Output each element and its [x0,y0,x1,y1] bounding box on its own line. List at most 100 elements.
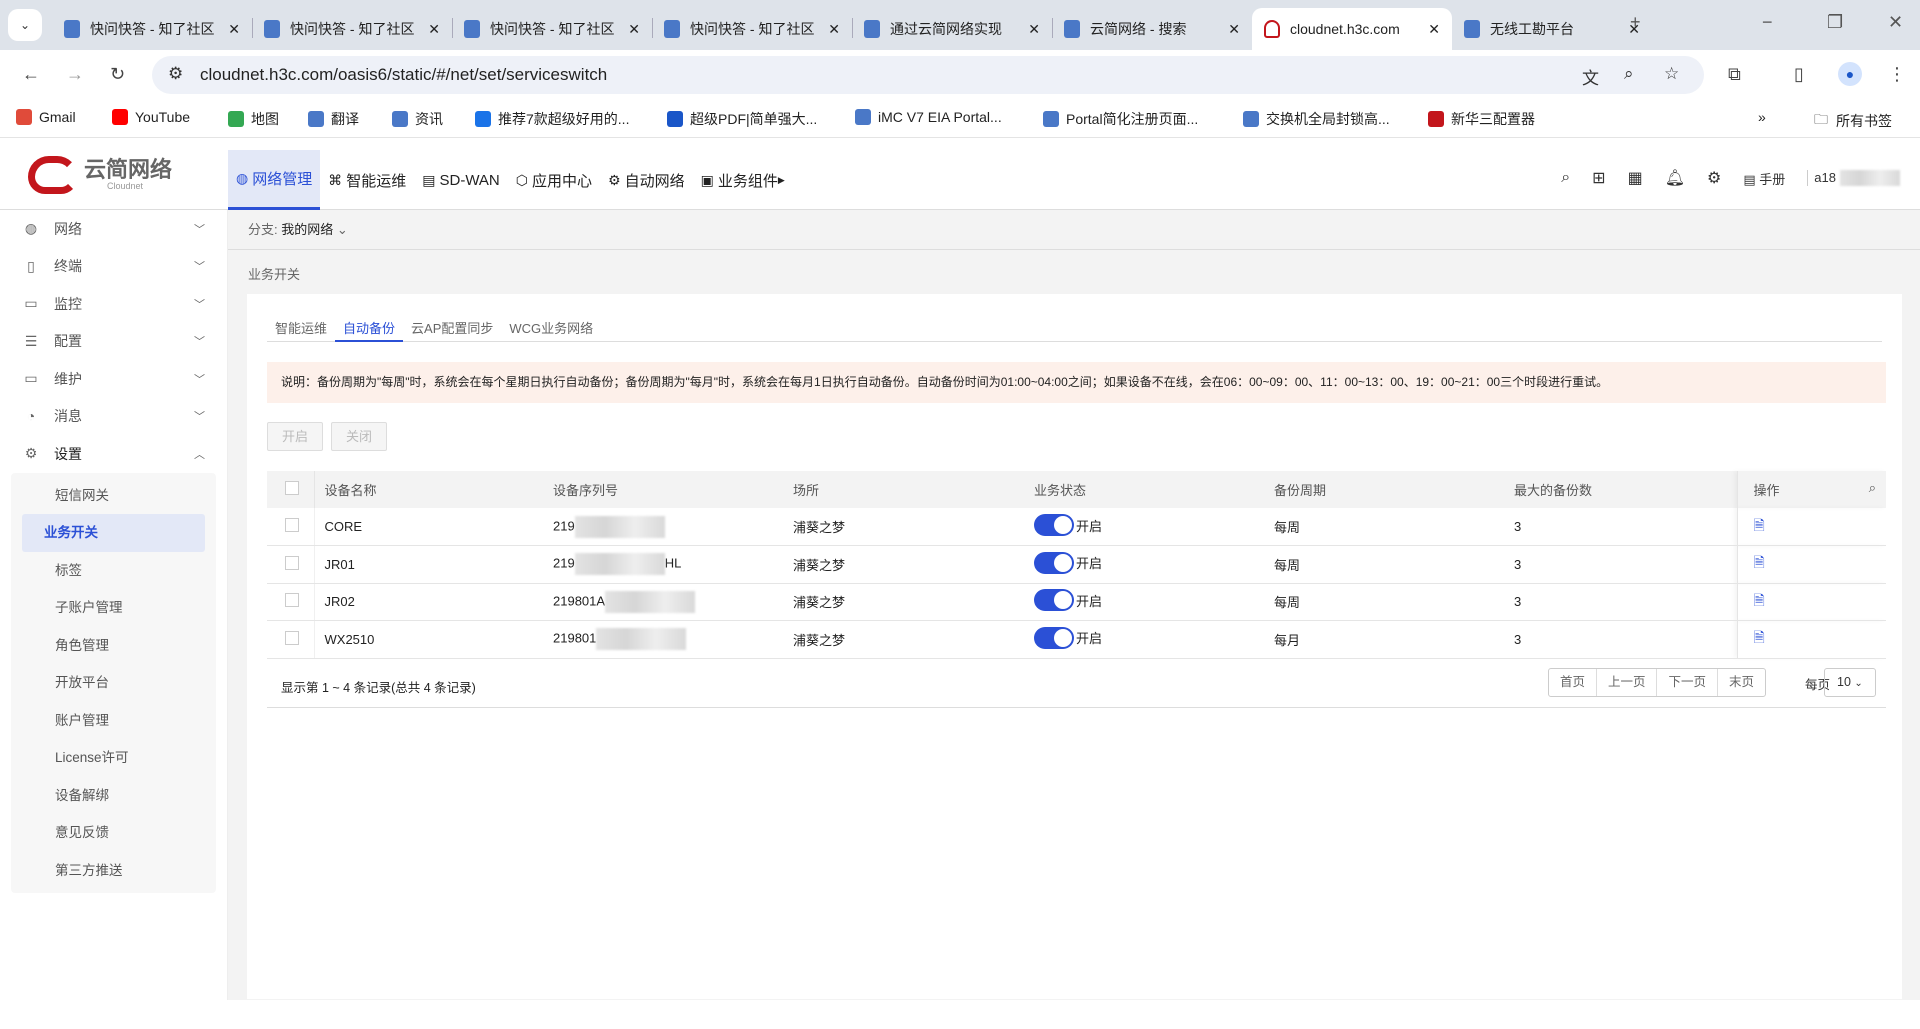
bookmark[interactable]: Gmail [16,109,76,125]
url-input[interactable]: ⚙ cloudnet.h3c.com/oasis6/static/#/net/s… [152,56,1704,94]
minimize-button[interactable]: − [1762,12,1773,33]
submenu-item[interactable]: 意见反馈 [22,814,205,852]
submenu-item[interactable]: 短信网关 [22,477,205,515]
toggle-switch[interactable] [1034,589,1074,612]
submenu-item[interactable]: 账户管理 [22,702,205,740]
status-toggle[interactable]: 开启 [1034,589,1102,612]
select-all-checkbox[interactable] [285,481,299,495]
sidebar-item[interactable]: ▯ 终端 ﹀ [0,248,227,286]
close-tab-icon[interactable]: ✕ [1428,21,1440,38]
row-checkbox[interactable] [285,593,299,608]
close-tab-icon[interactable]: ✕ [1228,21,1240,38]
browser-tab[interactable]: 通过云简网络实现 ✕ [852,8,1052,50]
bookmark[interactable]: 推荐7款超级好用的... [475,109,629,129]
close-tab-icon[interactable]: ✕ [428,21,440,38]
all-bookmarks[interactable]: 🗀 所有书签 [1814,109,1892,133]
bookmark[interactable]: 交换机全局封锁高... [1243,109,1390,129]
bookmark[interactable]: 地图 [228,109,279,129]
sidebar-item[interactable]: ☰ 配置 ﹀ [0,323,227,361]
pager-button[interactable]: 上一页 [1597,669,1658,696]
topnav-item[interactable]: ▣ 业务组件 ▶ [693,150,793,210]
manual-link[interactable]: ▤ 手册 [1743,169,1785,188]
star-icon[interactable]: ☆ [1664,64,1679,84]
topnav-item[interactable]: ⚙ 自动网络 [600,150,693,210]
close-tab-icon[interactable]: ✕ [828,21,840,38]
bookmark[interactable]: 新华三配置器 [1428,109,1535,129]
content-tab[interactable]: 自动备份 [335,318,404,342]
sidebar-item[interactable]: ◍ 网络 ﹀ [0,210,227,248]
submenu-item[interactable]: 设备解绑 [22,777,205,815]
view-details-icon[interactable]: 🗎︎ [1754,592,1765,608]
add-icon[interactable]: ⊞ [1592,168,1605,188]
logo[interactable]: 云简网络 Cloudnet [28,156,172,194]
enable-button[interactable]: 开启 [267,422,324,451]
browser-tab[interactable]: cloudnet.h3c.com ✕ [1252,8,1452,50]
status-toggle[interactable]: 开启 [1034,514,1102,536]
submenu-item[interactable]: 子账户管理 [22,589,205,627]
close-tab-icon[interactable]: ✕ [228,21,240,38]
content-tab[interactable]: WCG业务网络 [501,318,601,342]
topnav-item[interactable]: ⬡ 应用中心 [508,150,600,210]
branch-selector[interactable]: 分支: 我的网络 ⌄ [228,210,1920,250]
disable-button[interactable]: 关闭 [331,422,388,451]
apps-grid-icon[interactable]: ▦ [1628,168,1643,188]
gear-icon[interactable]: ⚙ [1707,168,1721,188]
site-info-icon[interactable]: ⚙ [168,64,183,84]
sidepanel-icon[interactable]: ▯ [1794,64,1804,85]
browser-tab[interactable]: 快问快答 - 知了社区 ✕ [452,8,652,50]
reload-icon[interactable]: ↻ [110,64,125,85]
row-checkbox[interactable] [285,555,299,570]
submenu-item[interactable]: 标签 [22,552,205,590]
view-details-icon[interactable]: 🗎︎ [1754,517,1765,533]
user-menu[interactable]: a18 [1807,169,1900,187]
browser-tab[interactable]: 无线工勘平台 ✕ [1452,8,1652,50]
status-toggle[interactable]: 开启 [1034,626,1102,649]
content-tab[interactable]: 智能运维 [267,318,335,342]
sidebar-item[interactable]: ⚙ 设置 ︿ [0,435,227,473]
tab-search-button[interactable]: ⌄ [8,9,42,41]
submenu-item[interactable]: 第三方推送 [22,852,205,890]
toggle-switch[interactable] [1034,551,1074,574]
toggle-switch[interactable] [1034,626,1074,649]
pager-button[interactable]: 首页 [1549,669,1597,696]
toggle-switch[interactable] [1034,514,1074,536]
view-details-icon[interactable]: 🗎︎ [1754,554,1765,570]
topnav-item[interactable]: ◍ 网络管理 [228,150,321,210]
submenu-item[interactable]: 业务开关 [22,514,205,552]
bookmark[interactable]: Portal简化注册页面... [1043,109,1198,129]
add-tab-button[interactable]: + [1630,12,1641,33]
sidebar-item[interactable]: ▭ 维护 ﹀ [0,360,227,398]
more-bookmarks-icon[interactable]: » [1758,109,1766,125]
close-tab-icon[interactable]: ✕ [628,21,640,38]
browser-tab[interactable]: 快问快答 - 知了社区 ✕ [252,8,452,50]
zoom-icon[interactable]: ⌕ [1624,64,1634,84]
topnav-item[interactable]: ▤ SD-WAN [414,150,508,210]
bookmark[interactable]: 超级PDF|简单强大... [667,109,817,129]
bookmark[interactable]: 翻译 [308,109,359,129]
bell-icon[interactable]: 🔔︎ [1665,168,1685,188]
close-tab-icon[interactable]: ✕ [1028,21,1040,38]
bookmark[interactable]: YouTube [112,109,190,125]
maximize-button[interactable]: ❐ [1827,12,1843,33]
browser-tab[interactable]: 云简网络 - 搜索 ✕ [1052,8,1252,50]
pager-button[interactable]: 下一页 [1657,669,1718,696]
submenu-item[interactable]: 角色管理 [22,627,205,665]
content-tab[interactable]: 云AP配置同步 [403,318,501,342]
extensions-icon[interactable]: ⧉ [1728,64,1741,85]
per-page-select[interactable]: 10 ⌄ [1824,668,1876,697]
submenu-item[interactable]: License许可 [22,739,205,777]
translate-icon[interactable]: 文 [1582,64,1599,89]
bookmark[interactable]: 资讯 [392,109,443,129]
menu-icon[interactable]: ⋮ [1888,64,1906,85]
submenu-item[interactable]: 开放平台 [22,664,205,702]
sidebar-item[interactable]: ◔ 消息 ﹀ [0,398,227,436]
browser-tab[interactable]: 快问快答 - 知了社区 ✕ [52,8,252,50]
forward-icon[interactable]: → [66,64,84,85]
column-search-icon[interactable]: ⌕ [1869,480,1876,496]
bookmark[interactable]: iMC V7 EIA Portal... [855,109,1002,125]
pager-button[interactable]: 末页 [1718,669,1765,696]
search-icon[interactable]: ⌕ [1561,169,1570,187]
close-window-button[interactable]: ✕ [1888,12,1903,33]
back-icon[interactable]: ← [22,64,40,85]
view-details-icon[interactable]: 🗎︎ [1754,629,1765,645]
